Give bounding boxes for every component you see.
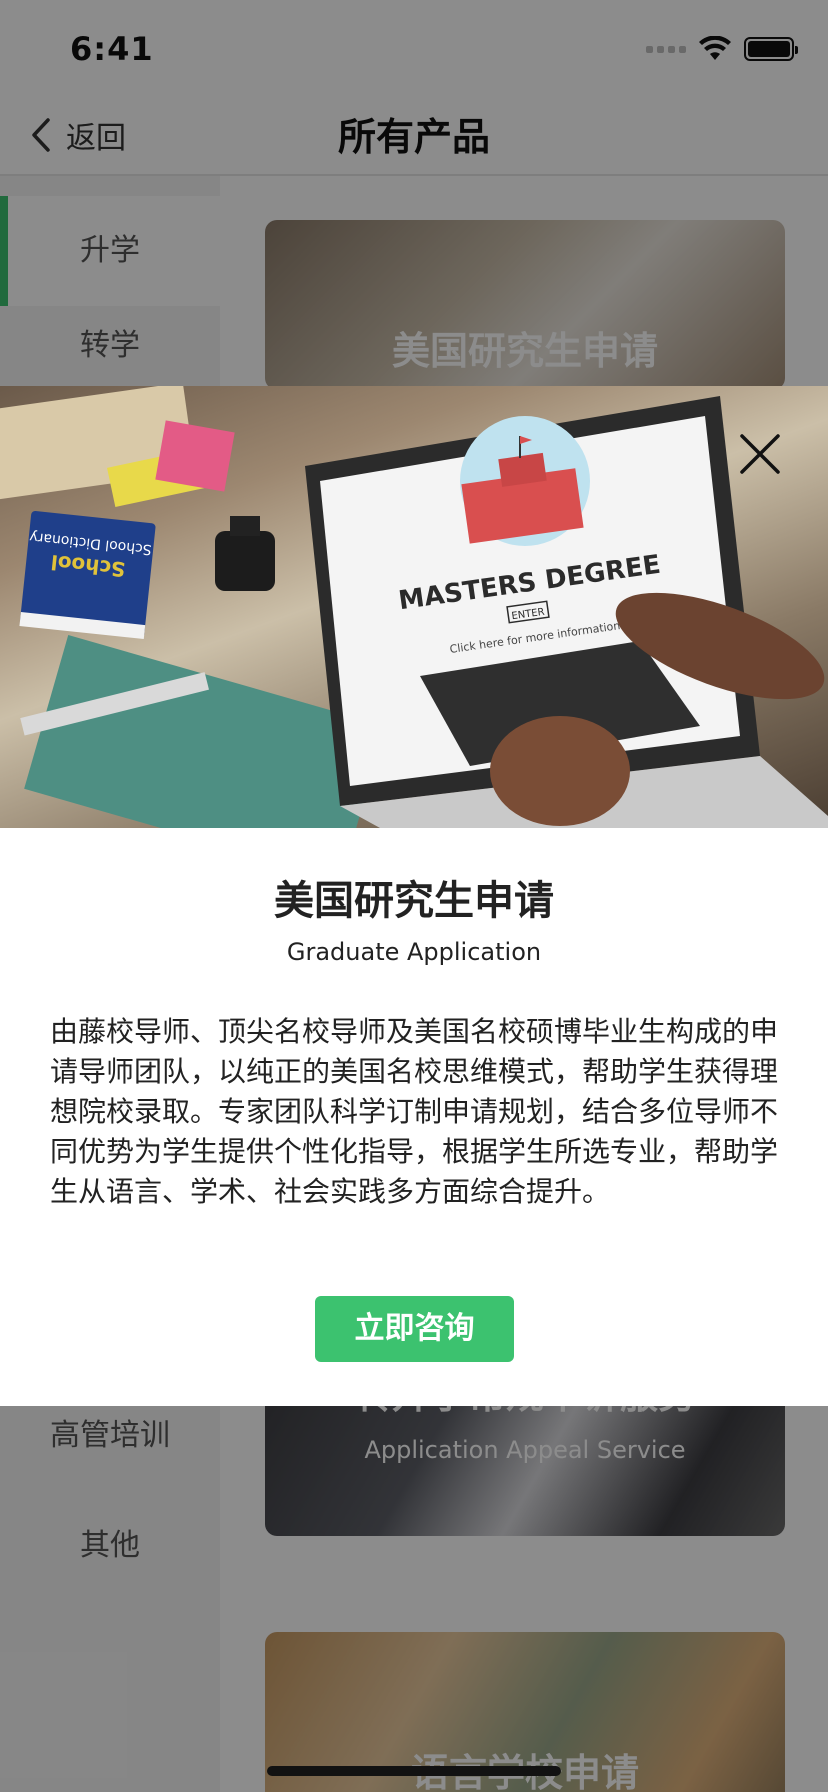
modal-subtitle: Graduate Application: [286, 938, 542, 966]
close-icon[interactable]: [736, 430, 784, 478]
modal-title: 美国研究生申请: [274, 878, 554, 924]
consult-now-button[interactable]: 立即咨询: [315, 1296, 514, 1362]
hero-image: School School Dictionary MASTERS DEGREE …: [0, 386, 828, 828]
product-detail-modal: School School Dictionary MASTERS DEGREE …: [0, 386, 828, 1406]
modal-description: 由藤校导师、顶尖名校导师及美国名校硕博毕业生构成的申请导师团队，以纯正的美国名校…: [50, 1015, 779, 1208]
laptop-illustration: School School Dictionary MASTERS DEGREE …: [0, 386, 828, 828]
